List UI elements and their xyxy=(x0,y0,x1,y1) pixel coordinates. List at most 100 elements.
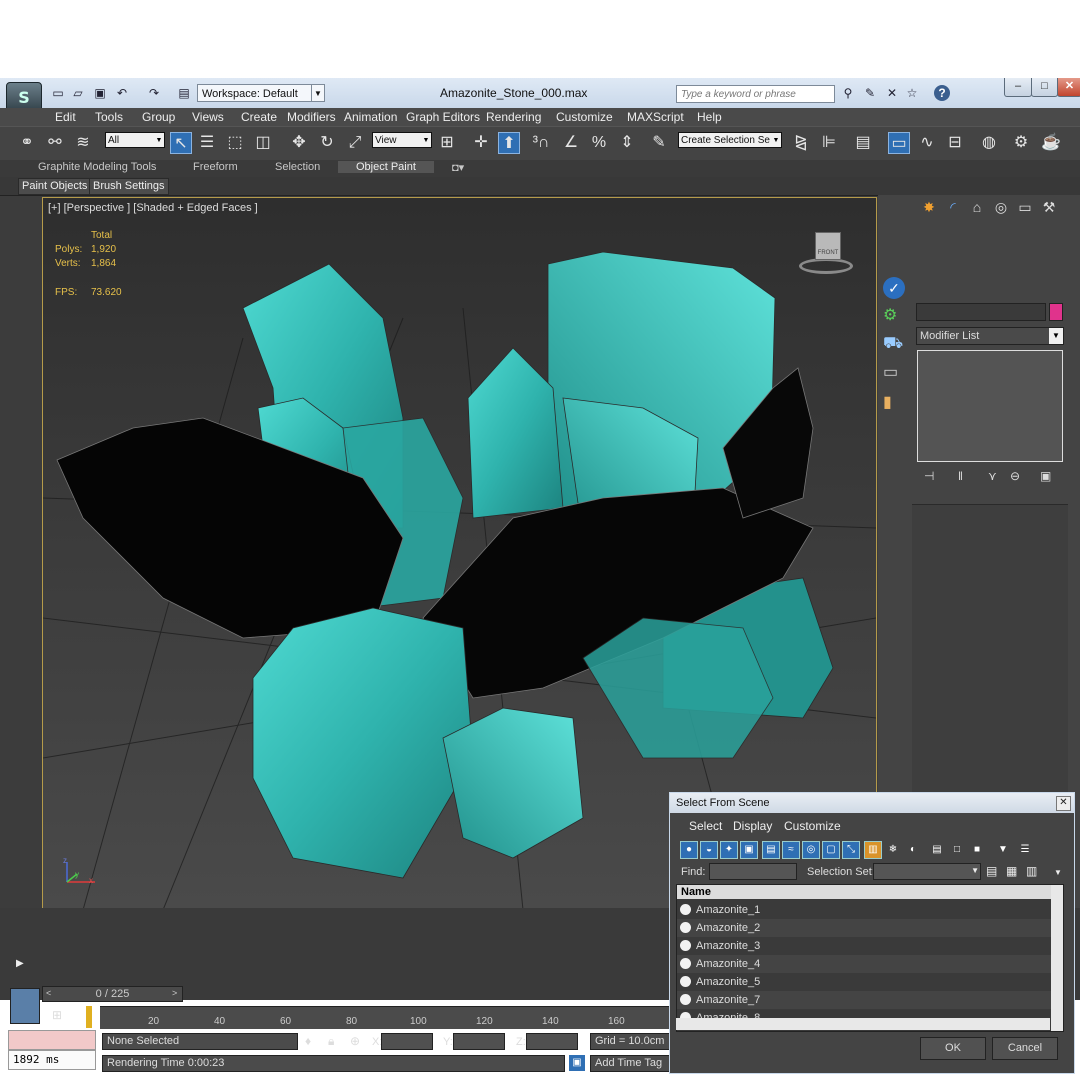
subscription-icon[interactable]: ✎ xyxy=(862,85,878,101)
dialog-close-button[interactable]: ✕ xyxy=(1056,796,1071,811)
remove-modifier-icon[interactable]: ⊖ xyxy=(1010,469,1020,483)
menu-rendering[interactable]: Rendering xyxy=(486,110,541,124)
dialog-menu-display[interactable]: Display xyxy=(733,819,772,833)
list-item[interactable]: Amazonite_2 xyxy=(677,919,1051,937)
dialog-menu-customize[interactable]: Customize xyxy=(784,819,841,833)
rotate-icon[interactable]: ↻ xyxy=(316,132,338,154)
dialog-menu-select[interactable]: Select xyxy=(689,819,722,833)
help-icon[interactable]: ? xyxy=(934,85,950,101)
maximize-button[interactable]: □ xyxy=(1031,78,1058,97)
slider-prev-icon[interactable]: < xyxy=(46,988,51,998)
ribbon-options-icon[interactable]: ◘▾ xyxy=(452,161,464,174)
configure-modifier-sets-icon[interactable]: ▣ xyxy=(1040,469,1051,483)
menu-maxscript[interactable]: MAXScript xyxy=(627,110,684,124)
display-tab-icon[interactable]: ▭ xyxy=(1014,199,1036,219)
horizontal-scrollbar[interactable] xyxy=(676,1018,1050,1030)
make-unique-icon[interactable]: ⋎ xyxy=(988,469,997,483)
graphite-ribbon-icon[interactable]: ▭ xyxy=(888,132,910,154)
modify-tab-icon[interactable]: ◜ xyxy=(942,199,964,219)
add-time-tag[interactable]: Add Time Tag xyxy=(590,1055,670,1072)
edit-named-selection-icon[interactable]: ✎ xyxy=(648,132,670,154)
list-item[interactable]: Amazonite_3 xyxy=(677,937,1051,955)
menu-create[interactable]: Create xyxy=(241,110,277,124)
motion-tab-icon[interactable]: ◎ xyxy=(990,199,1012,219)
slider-next-icon[interactable]: > xyxy=(172,988,177,998)
tab-graphite-modeling-tools[interactable]: Graphite Modeling Tools xyxy=(38,161,156,173)
show-end-result-icon[interactable]: ‖ xyxy=(958,469,963,483)
select-by-name-icon[interactable]: ☰ xyxy=(196,132,218,154)
snaps-toggle-icon[interactable]: ³∩ xyxy=(530,132,552,154)
z-coordinate-field[interactable] xyxy=(526,1033,578,1050)
display-xrefs-icon[interactable]: ▢ xyxy=(822,841,840,859)
mini-listener[interactable] xyxy=(10,988,40,1024)
object-name-field[interactable] xyxy=(916,303,1046,321)
menu-animation[interactable]: Animation xyxy=(344,110,397,124)
menu-edit[interactable]: Edit xyxy=(55,110,76,124)
track-bar[interactable]: 20 40 60 80 100 120 140 160 xyxy=(100,1006,670,1029)
pin-stack-icon[interactable]: ⊣ xyxy=(924,469,934,483)
x-coordinate-field[interactable] xyxy=(381,1033,433,1050)
hierarchy-tab-icon[interactable]: ⌂ xyxy=(966,199,988,219)
menu-help[interactable]: Help xyxy=(697,110,722,124)
tab-selection[interactable]: Selection xyxy=(275,161,320,173)
undo-icon[interactable]: ↶ xyxy=(114,85,130,101)
vertical-scrollbar[interactable] xyxy=(1051,885,1063,1031)
viewcube[interactable]: FRONT xyxy=(795,228,857,278)
list-item[interactable]: Amazonite_5 xyxy=(677,973,1051,991)
time-cursor[interactable] xyxy=(86,1006,92,1028)
menu-tools[interactable]: Tools xyxy=(95,110,123,124)
object-color-swatch[interactable] xyxy=(1049,303,1063,321)
door-icon[interactable]: ▮ xyxy=(883,392,892,412)
close-button[interactable]: ✕ xyxy=(1057,78,1080,97)
adaptive-degradation-icon[interactable]: ▣ xyxy=(569,1055,585,1071)
select-none-icon[interactable]: ▦ xyxy=(1006,864,1017,878)
filter-icon[interactable]: ▼ xyxy=(994,841,1012,859)
menu-group[interactable]: Group xyxy=(142,110,175,124)
angle-snap-icon[interactable]: ∠ xyxy=(560,132,582,154)
modifier-stack[interactable] xyxy=(917,350,1063,462)
monitor-icon[interactable]: ▭ xyxy=(883,362,898,382)
maxscript-listener-input[interactable] xyxy=(8,1030,96,1050)
display-groups-icon[interactable]: ◎ xyxy=(802,841,820,859)
display-none-icon[interactable]: □ xyxy=(948,841,966,859)
workspace-dropdown[interactable]: Workspace: Default ▼ xyxy=(197,84,325,102)
list-item[interactable]: Amazonite_1 xyxy=(677,901,1051,919)
scale-icon[interactable]: ⤢ xyxy=(344,132,366,154)
open-file-icon[interactable]: ▱ xyxy=(70,85,86,101)
truck-icon[interactable]: ⛟ xyxy=(883,334,903,354)
play-arrow-icon[interactable]: ▶ xyxy=(16,958,24,969)
minimize-button[interactable]: – xyxy=(1004,78,1032,97)
selection-filter-dropdown[interactable]: All ▼ xyxy=(105,132,165,148)
bind-spacewarp-icon[interactable]: ≋ xyxy=(72,132,94,154)
list-item[interactable]: Amazonite_4 xyxy=(677,955,1051,973)
menu-customize[interactable]: Customize xyxy=(556,110,613,124)
selection-lock-icon[interactable]: 🔒︎ xyxy=(328,1034,334,1049)
select-invert-icon[interactable]: ▥ xyxy=(1026,864,1037,878)
window-crossing-icon[interactable]: ◫ xyxy=(252,132,274,154)
drill-icon[interactable]: ⚙ xyxy=(883,305,897,325)
search-input[interactable]: Type a keyword or phrase xyxy=(676,85,835,103)
binoculars-icon[interactable]: ⚲ xyxy=(840,85,856,101)
absolute-mode-icon[interactable]: ⊕ xyxy=(350,1034,360,1048)
move-icon[interactable]: ✥ xyxy=(288,132,310,154)
curve-editor-icon[interactable]: ∿ xyxy=(916,132,938,154)
selection-set-dropdown[interactable]: ▼ xyxy=(873,863,981,880)
material-editor-icon[interactable]: ◍ xyxy=(978,132,1000,154)
display-invert-icon[interactable]: ■ xyxy=(968,841,986,859)
display-containers-icon[interactable]: ▥ xyxy=(864,841,882,859)
display-geometry-icon[interactable]: ● xyxy=(680,841,698,859)
select-object-icon[interactable]: ↖ xyxy=(170,132,192,154)
name-column-header[interactable]: Name xyxy=(677,885,1051,899)
spinner-snap-icon[interactable]: ⇕ xyxy=(616,132,638,154)
isolate-bulb-icon[interactable]: ♦ xyxy=(305,1034,311,1048)
tab-object-paint[interactable]: Object Paint xyxy=(338,161,434,173)
communication-icon[interactable]: ✕ xyxy=(884,85,900,101)
sync-selection-icon[interactable]: ☰ xyxy=(1016,841,1034,859)
cancel-button[interactable]: Cancel xyxy=(992,1037,1058,1060)
display-bones-icon[interactable]: ⤡ xyxy=(842,841,860,859)
percent-snap-icon[interactable]: % xyxy=(588,132,610,154)
named-selection-dropdown[interactable]: Create Selection Se ▼ xyxy=(678,132,782,148)
new-file-icon[interactable]: ▭ xyxy=(50,85,66,101)
align-icon[interactable]: ⊫ xyxy=(818,132,840,154)
mirror-icon[interactable]: ⧎ xyxy=(790,132,812,154)
